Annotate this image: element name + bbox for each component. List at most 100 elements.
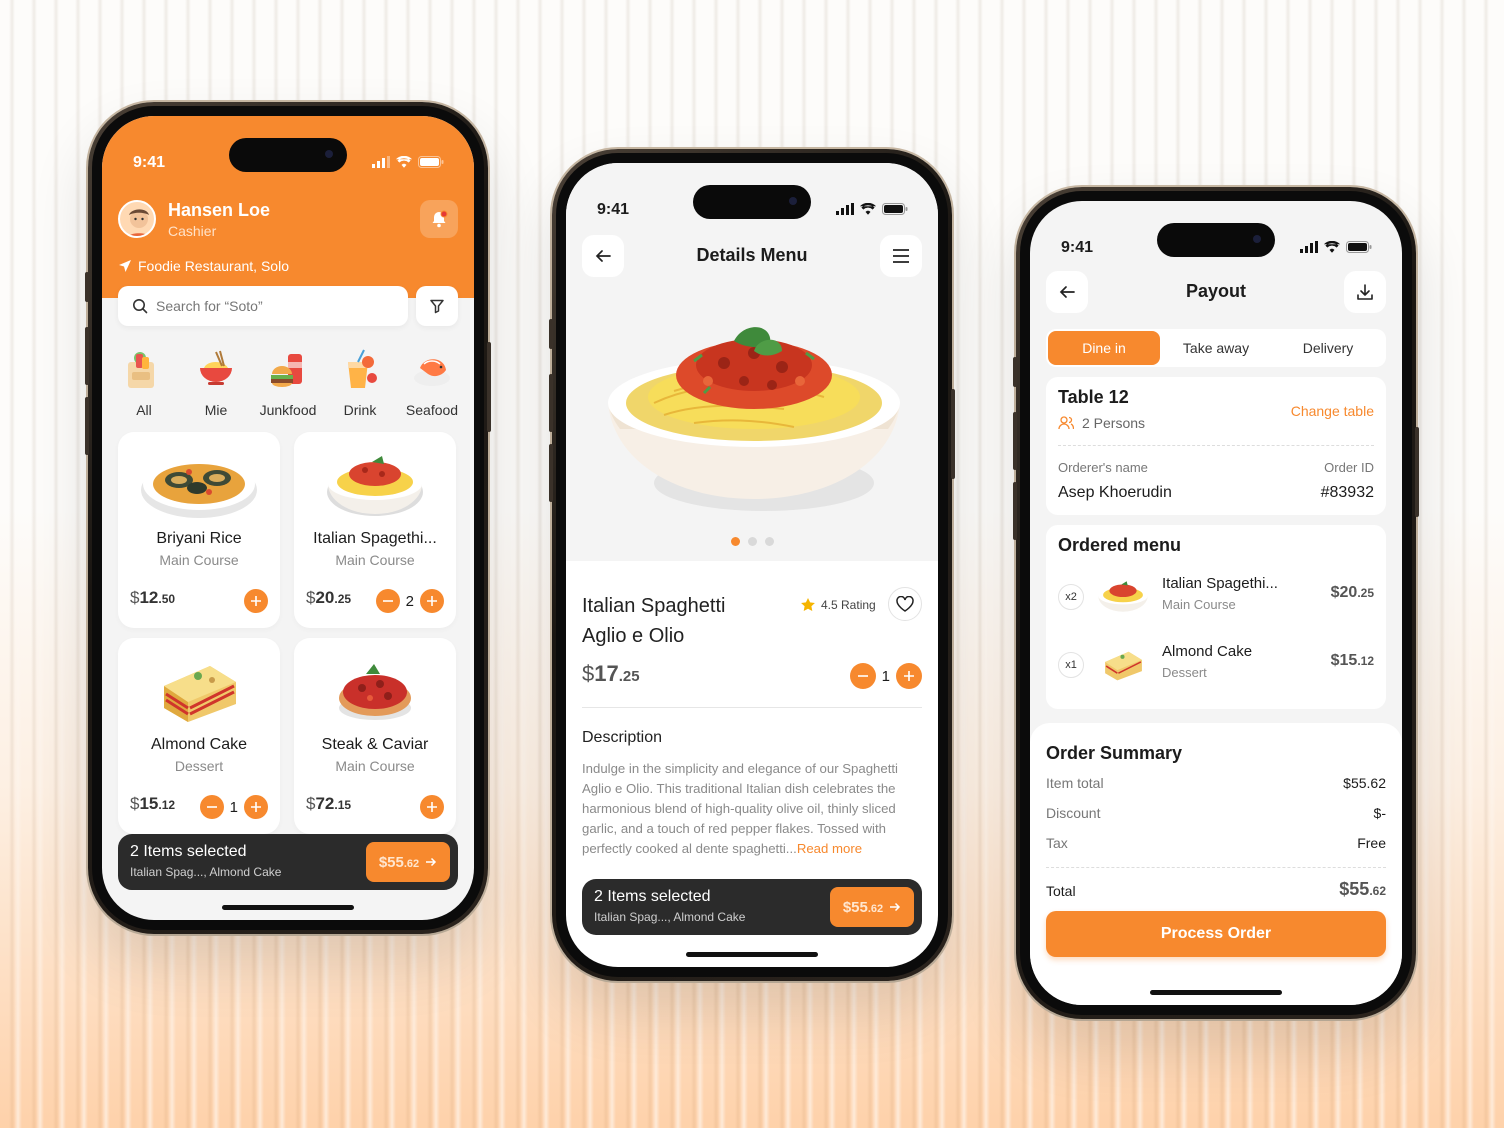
minus-icon [857,675,868,677]
item-stepper [420,795,444,819]
search-input[interactable]: Search for “Soto” [118,286,408,326]
item-category: Main Course [1162,597,1236,612]
order-id-label: Order ID [1324,460,1374,475]
search-icon [133,299,148,314]
menu-card[interactable]: Italian Spagethi... Main Course $20.25 2 [294,432,456,628]
status-bar: 9:41 [102,116,474,178]
minus-button[interactable] [375,589,400,613]
category-drink[interactable]: Drink [329,348,391,418]
order-type-tabs: Dine in Take away Delivery [1046,329,1386,367]
spaghetti-image [327,456,423,516]
item-name: Almond Cake [1162,643,1253,660]
hamburger-icon [893,249,909,263]
orderer-name: Asep Khoerudin [1058,484,1172,501]
download-button[interactable] [1344,271,1386,313]
item-total-label: Item total [1046,775,1104,791]
battery-icon [882,203,908,215]
heart-icon [896,596,914,612]
dish-name: Italian Spaghetti Aglio e Olio [582,595,726,647]
item-price: $15.12 [130,794,176,813]
almond-cake-image [1105,651,1142,681]
minus-icon [382,600,393,602]
ordered-menu-card: Ordered menu x2 Italian Spagethi... Main… [1046,525,1386,709]
item-category: Dessert [1162,665,1207,680]
item-price: $20.25 [306,588,352,607]
wifi-icon [1324,241,1340,253]
change-table-link[interactable]: Change table [1291,403,1374,419]
discount-label: Discount [1046,805,1101,821]
ordered-item[interactable]: x1 Almond Cake Dessert $15.12 [1058,639,1374,691]
add-button[interactable] [244,589,268,613]
arrow-right-icon [890,902,901,912]
category-mie[interactable]: Mie [185,348,247,418]
item-price: $72.15 [306,794,352,813]
item-qty: 1 [229,798,238,816]
plus-icon [904,671,914,681]
dashed-divider [1046,867,1386,868]
add-button[interactable] [244,795,268,819]
item-stepper: 2 [375,589,444,613]
item-total-value: $55.62 [1343,775,1386,791]
location-row[interactable]: Foodie Restaurant, Solo [118,258,289,274]
category-junkfood[interactable]: Junkfood [257,348,319,418]
checkout-button[interactable]: $55.62 [366,842,450,882]
add-button[interactable] [420,589,444,613]
category-seafood[interactable]: Seafood [401,348,463,418]
orderer-label: Orderer's name [1058,460,1148,475]
selected-items-bar[interactable]: 2 Items selected Italian Spag..., Almond… [118,834,458,890]
discount-value: $- [1373,805,1386,821]
read-more-link[interactable]: Read more [797,841,862,856]
minus-button[interactable] [849,663,876,689]
tab-dine-in[interactable]: Dine in [1048,331,1160,365]
dynamic-island [693,185,811,219]
menu-card[interactable]: Steak & Caviar Main Course $72.15 [294,638,456,834]
selected-count: 2 Items selected [594,888,711,905]
status-bar: 9:41 [566,163,938,225]
status-time: 9:41 [133,154,166,171]
table-name: Table 12 [1058,387,1129,407]
plus-icon [251,596,261,606]
rating: 4.5 Rating [800,597,876,613]
checkout-button[interactable]: $55.62 [830,887,914,927]
item-category: Dessert [174,758,224,774]
home-indicator [686,952,818,957]
notification-button[interactable] [420,200,458,238]
menu-button[interactable] [880,235,922,277]
selected-items-bar[interactable]: 2 Items selected Italian Spag..., Almond… [582,879,922,935]
tab-delivery[interactable]: Delivery [1272,331,1384,365]
home-indicator [222,905,354,910]
noodle-bowl-icon [200,350,232,385]
status-time: 9:41 [597,201,630,218]
juice-glass-icon [348,349,377,388]
add-button[interactable] [420,795,444,819]
order-id: #83932 [1320,484,1374,501]
favorite-button[interactable] [888,587,922,621]
ordered-item[interactable]: x2 Italian Spagethi... Main Course $20.2… [1058,571,1374,623]
home-screen: 9:41 Hansen Loe Cashier Foodie Restauran… [102,116,474,920]
avatar[interactable] [118,200,156,238]
item-qty-badge: x1 [1058,652,1084,678]
item-name: Briyani Rice [156,530,242,547]
wifi-icon [860,203,876,215]
category-label: All [136,402,152,418]
filter-button[interactable] [416,286,458,326]
menu-card[interactable]: Almond Cake Dessert $15.12 1 [118,638,280,834]
menu-card[interactable]: Briyani Rice Main Course $12.50 [118,432,280,628]
image-carousel-dots[interactable] [566,537,938,546]
minus-button[interactable] [199,795,224,819]
category-all[interactable]: All [113,348,175,418]
persons: 2 Persons [1058,415,1145,431]
bell-icon [432,210,448,228]
item-price: $15.12 [1330,652,1374,669]
process-order-button[interactable]: Process Order [1046,911,1386,957]
item-price: $20.25 [1330,584,1374,601]
tab-take-away[interactable]: Take away [1160,331,1272,365]
briyani-rice-image [141,458,257,518]
item-name: Italian Spagethi... [313,530,437,547]
add-button[interactable] [896,663,922,689]
battery-icon [418,156,444,168]
description-text: Indulge in the simplicity and elegance o… [582,761,898,856]
search-placeholder: Search for “Soto” [156,298,263,314]
users-icon [1058,416,1074,430]
user-role: Cashier [168,223,217,239]
